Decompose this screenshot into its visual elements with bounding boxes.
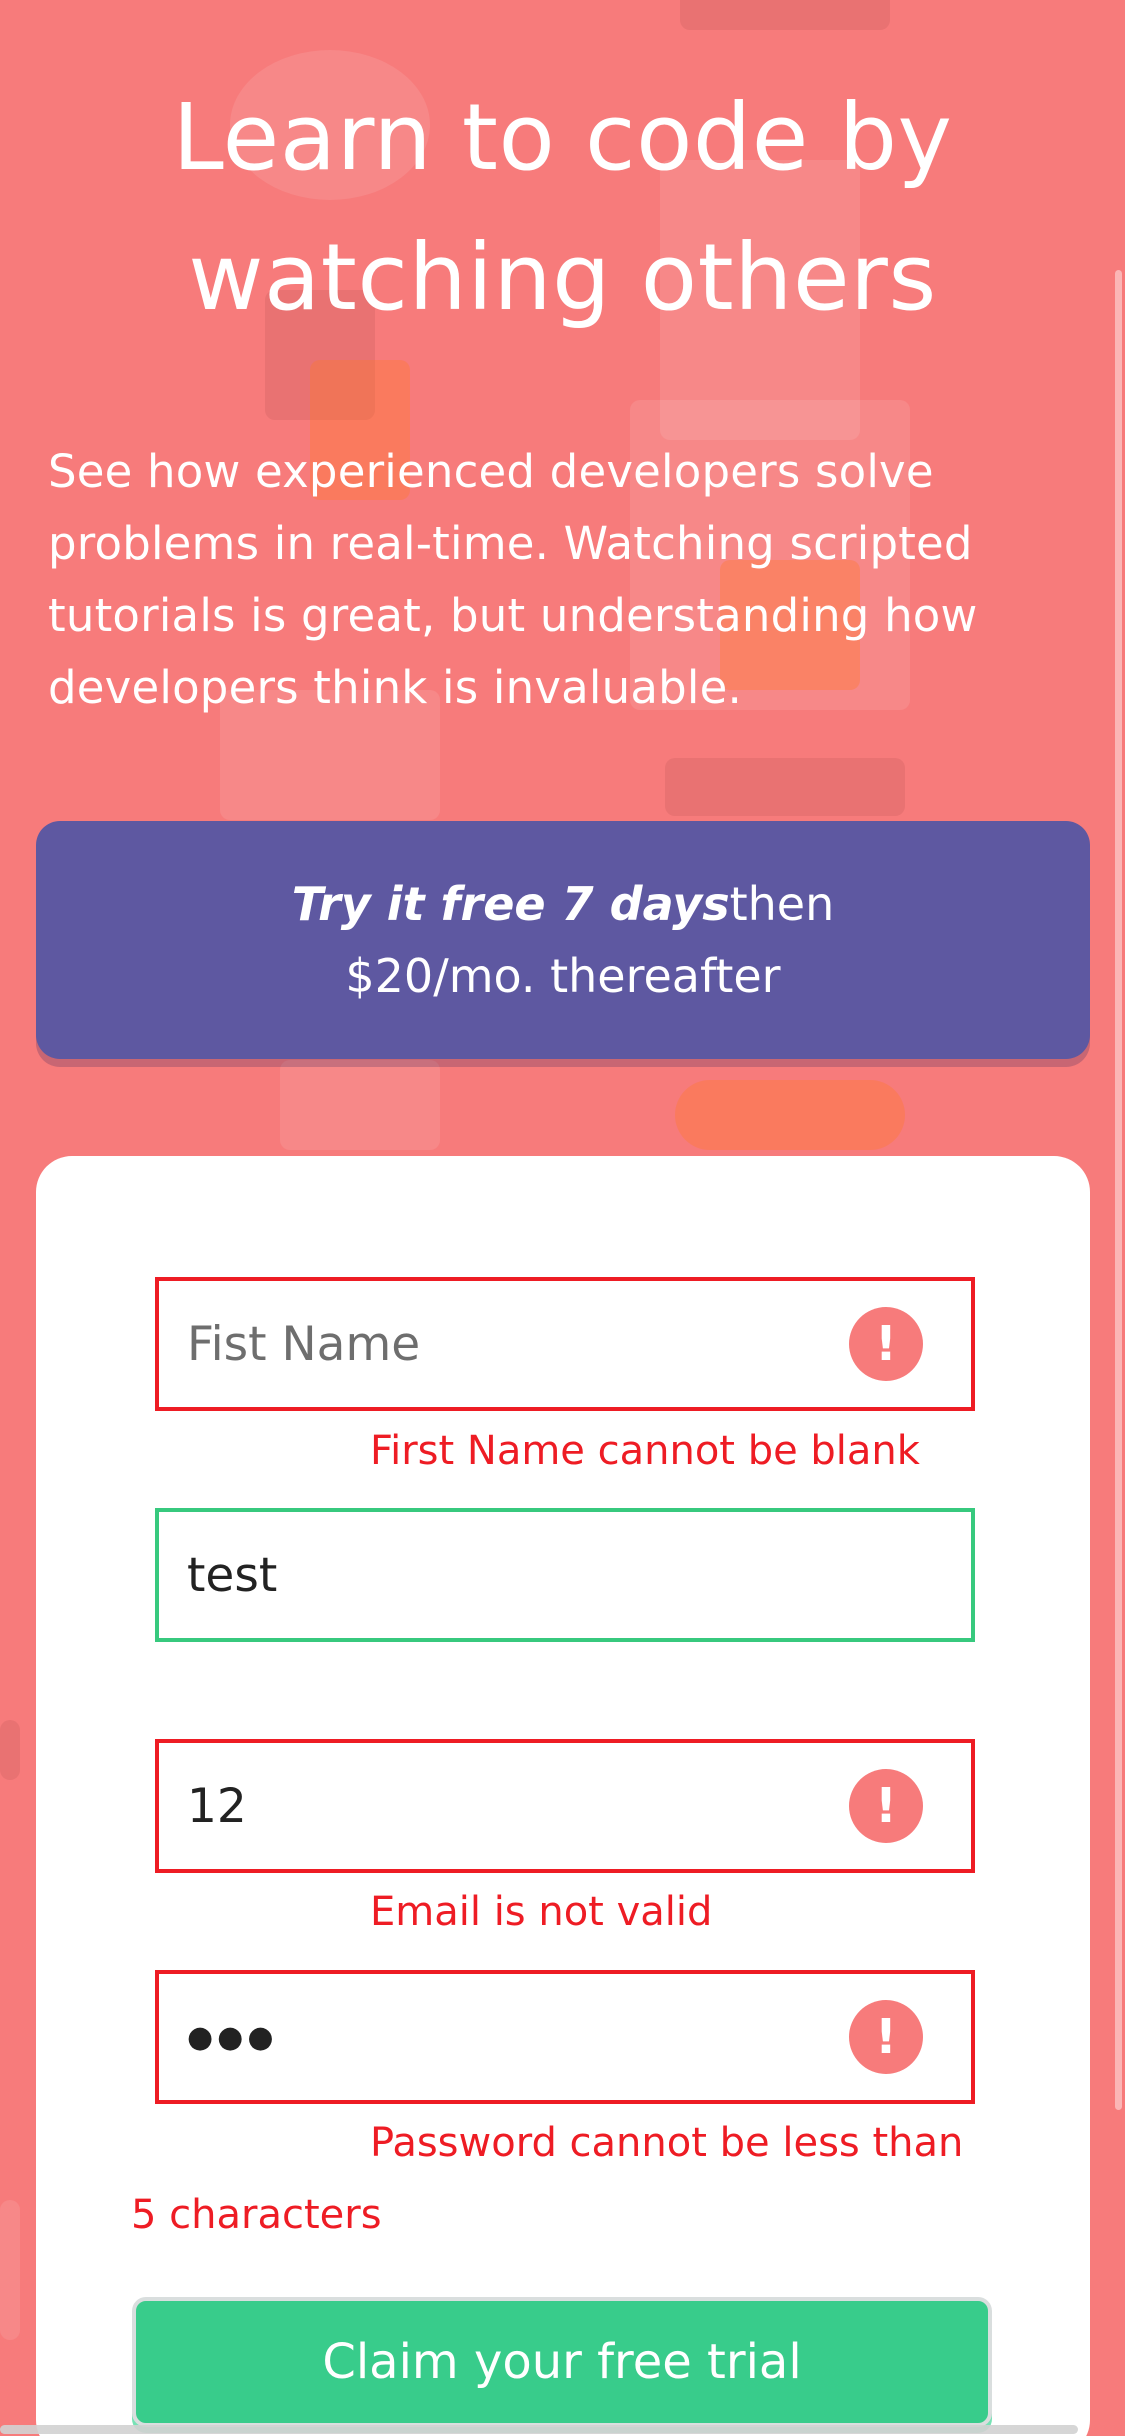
price-line: $20/mo. thereafter (345, 949, 781, 1003)
first-name-placeholder: Fist Name (187, 1316, 421, 1372)
password-field[interactable]: ●●● ! (155, 1970, 975, 2104)
email-value: 12 (187, 1778, 247, 1834)
vertical-scrollbar[interactable] (1115, 270, 1122, 2110)
password-error-line-1: Password cannot be less than (370, 2120, 964, 2166)
first-name-field[interactable]: Fist Name ! (155, 1277, 975, 1411)
first-name-error: First Name cannot be blank (370, 1428, 920, 1474)
last-name-field[interactable]: test (155, 1508, 975, 1642)
trial-offer-line-1: Try it free 7 daysthen (292, 868, 835, 940)
password-masked-value: ●●● (187, 2019, 278, 2055)
email-field[interactable]: 12 ! (155, 1739, 975, 1873)
hero-title: Learn to code by watching others (0, 68, 1125, 348)
trial-suffix: then (729, 877, 835, 931)
horizontal-scrollbar[interactable] (0, 2425, 1078, 2434)
trial-offer-banner: Try it free 7 daysthen $20/mo. thereafte… (36, 821, 1090, 1059)
last-name-value: test (187, 1547, 278, 1603)
hero-title-line-1: Learn to code by (172, 84, 953, 191)
hero-title-line-2: watching others (188, 224, 937, 331)
trial-emphasis: Try it free 7 days (291, 877, 730, 931)
error-icon: ! (849, 1307, 923, 1381)
error-icon: ! (849, 2000, 923, 2074)
password-error-line-2: 5 characters (131, 2192, 382, 2238)
claim-free-trial-button[interactable]: Claim your free trial (132, 2297, 992, 2427)
email-error: Email is not valid (370, 1889, 713, 1935)
error-icon: ! (849, 1769, 923, 1843)
hero-description: See how experienced developers solve pro… (48, 445, 978, 714)
